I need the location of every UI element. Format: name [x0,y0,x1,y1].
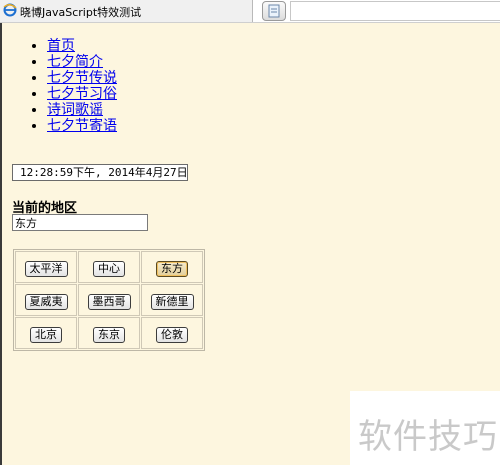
new-tab-icon [268,4,280,18]
nav-link-home[interactable]: 首页 [47,38,75,54]
nav-item-intro: 七夕简介 [47,54,117,70]
region-button-london[interactable]: 伦敦 [156,326,188,343]
clock-display: 12:28:59下午, 2014年4月27日 [12,164,188,181]
browser-tab[interactable]: 晓博JavaScript特效测试 [0,0,253,22]
watermark-text: 软件技巧 [358,417,498,457]
region-input[interactable] [12,214,148,231]
new-tab-button[interactable] [262,1,286,21]
nav-menu: 首页 七夕简介 七夕节传说 七夕节习俗 诗词歌谣 七夕节寄语 [23,38,117,134]
region-button-eastern[interactable]: 东方 [156,260,188,277]
nav-link-customs[interactable]: 七夕节习俗 [47,86,117,102]
nav-link-legend[interactable]: 七夕节传说 [47,70,117,86]
region-button-central[interactable]: 中心 [93,260,125,277]
address-bar[interactable] [290,1,500,21]
window-left-border [0,23,2,465]
region-button-mexico[interactable]: 墨西哥 [87,293,131,310]
region-button-beijing[interactable]: 北京 [30,326,62,343]
ie-logo-icon [3,3,17,17]
region-button-new-delhi[interactable]: 新德里 [150,293,194,310]
nav-link-poems[interactable]: 诗词歌谣 [47,102,103,118]
region-button-tokyo[interactable]: 东京 [93,326,125,343]
nav-item-home: 首页 [47,38,117,54]
region-button-hawaii[interactable]: 夏威夷 [24,293,68,310]
region-button-pacific[interactable]: 太平洋 [24,260,68,277]
nav-link-wishes[interactable]: 七夕节寄语 [47,118,117,134]
tab-title: 晓博JavaScript特效测试 [20,6,142,19]
nav-link-intro[interactable]: 七夕简介 [47,54,103,70]
nav-item-poems: 诗词歌谣 [47,102,117,118]
timezone-grid: 太平洋 中心 东方 夏威夷 墨西哥 新德里 北京 东京 伦敦 [13,249,205,351]
nav-item-wishes: 七夕节寄语 [47,118,117,134]
nav-item-legend: 七夕节传说 [47,70,117,86]
nav-item-customs: 七夕节习俗 [47,86,117,102]
window-titlebar: 晓博JavaScript特效测试 [0,0,500,23]
watermark: 软件技巧 [350,391,500,465]
